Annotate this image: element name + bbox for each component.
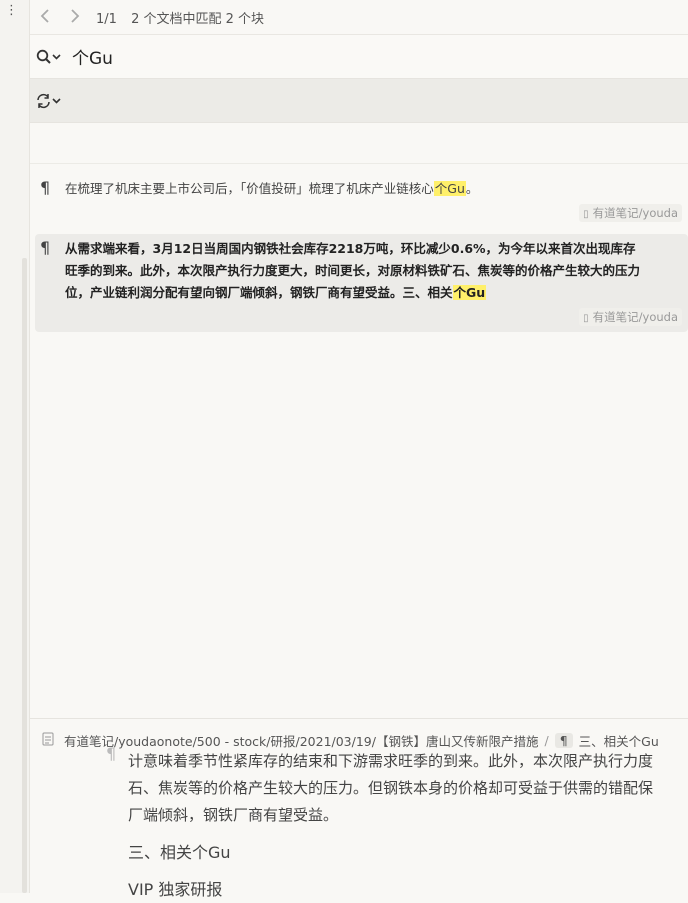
preview-heading: 三、相关个Gu bbox=[128, 843, 231, 862]
preview-line: 计意味着季节性紧库存的结束和下游需求旺季的到来。此外，本次限产执行力度 bbox=[128, 752, 654, 770]
left-gutter: ⋮ bbox=[0, 0, 30, 893]
result-text: 在梳理了机床主要上市公司后，「价值投研」梳理了机床产业链核心个Gu。 bbox=[65, 178, 682, 200]
replace-icon bbox=[37, 93, 61, 108]
paragraph-icon: ¶ bbox=[40, 238, 51, 257]
replace-options-button[interactable] bbox=[36, 93, 66, 109]
preview-content: ¶ 计意味着季节性紧库存的结束和下游需求旺季的到来。此外，本次限产执行力度 石、… bbox=[30, 744, 688, 903]
result-path: ▯ 有道笔记/youda bbox=[579, 204, 682, 222]
search-input[interactable] bbox=[70, 45, 634, 68]
result-path-text: 有道笔记/youda bbox=[592, 310, 678, 324]
breadcrumb-separator: / bbox=[544, 733, 549, 748]
page-indicator: 1/1 bbox=[96, 11, 117, 27]
preview-pane: 有道笔记/youdaonote/500 - stock/研报/2021/03/1… bbox=[30, 718, 688, 899]
result-item[interactable]: ¶ 在梳理了机床主要上市公司后，「价值投研」梳理了机床产业链核心个Gu。 ▯ 有道… bbox=[35, 174, 688, 228]
search-icon bbox=[36, 49, 61, 64]
search-row bbox=[30, 35, 688, 79]
result-text-before: 位，产业链利润分配有望向钢厂端倾斜，钢铁厂商有望受益。三、相关 bbox=[65, 285, 453, 300]
result-text-line: 旺季的到来。此外，本次限产执行力度更大，时间更长，对原材料铁矿石、焦炭等的价格产… bbox=[65, 263, 641, 278]
replace-input-area[interactable] bbox=[30, 123, 688, 164]
search-panel: 1/1 2 个文档中匹配 2 个块 ¶ 在梳 bbox=[30, 0, 688, 899]
results-list: ¶ 在梳理了机床主要上市公司后，「价值投研」梳理了机床产业链核心个Gu。 ▯ 有道… bbox=[30, 164, 688, 332]
document-icon: ▯ bbox=[583, 313, 589, 324]
replace-row bbox=[30, 79, 688, 123]
match-highlight: 个Gu bbox=[433, 181, 466, 196]
more-vertical-icon[interactable]: ⋮ bbox=[5, 4, 18, 17]
result-text-before: 在梳理了机床主要上市公司后，「价值投研」梳理了机床产业链核心 bbox=[65, 181, 434, 196]
match-counter: 1/1 2 个文档中匹配 2 个块 bbox=[96, 8, 264, 27]
result-path-text: 有道笔记/youda bbox=[592, 206, 678, 220]
paragraph-icon: ¶ bbox=[554, 733, 573, 748]
document-icon bbox=[42, 732, 54, 749]
result-text-line: 从需求端来看，3月12日当周国内钢铁社会库存2218万吨，环比减少0.6%，为今… bbox=[65, 241, 636, 256]
preview-next-heading: VIP 独家研报 bbox=[128, 880, 223, 899]
chevron-right-icon bbox=[71, 8, 80, 23]
paragraph-icon: ¶ bbox=[40, 178, 51, 197]
result-text-after: 。 bbox=[465, 181, 479, 196]
result-text-line: 位，产业链利润分配有望向钢厂端倾斜，钢铁厂商有望受益。三、相关个Gu bbox=[65, 282, 682, 304]
results-toolbar: 1/1 2 个文档中匹配 2 个块 bbox=[30, 0, 688, 35]
match-summary: 2 个文档中匹配 2 个块 bbox=[131, 11, 265, 27]
preview-line: 厂端倾斜，钢铁厂商有望受益。 bbox=[128, 806, 339, 824]
chevron-left-icon bbox=[40, 8, 49, 23]
result-item-active[interactable]: ¶ 从需求端来看，3月12日当周国内钢铁社会库存2218万吨，环比减少0.6%，… bbox=[35, 234, 688, 332]
next-result-button[interactable] bbox=[60, 8, 90, 27]
scrollbar[interactable] bbox=[22, 258, 27, 893]
previous-result-button[interactable] bbox=[30, 8, 60, 27]
paragraph-icon: ¶ bbox=[106, 744, 117, 763]
preview-line: 石、焦炭等的价格产生较大的压力。但钢铁本身的价格却可受益于供需的错配保 bbox=[128, 779, 654, 797]
match-highlight: 个Gu bbox=[452, 285, 487, 300]
document-icon: ▯ bbox=[583, 209, 589, 220]
result-path: ▯ 有道笔记/youda bbox=[579, 308, 682, 326]
search-options-button[interactable] bbox=[36, 49, 66, 65]
